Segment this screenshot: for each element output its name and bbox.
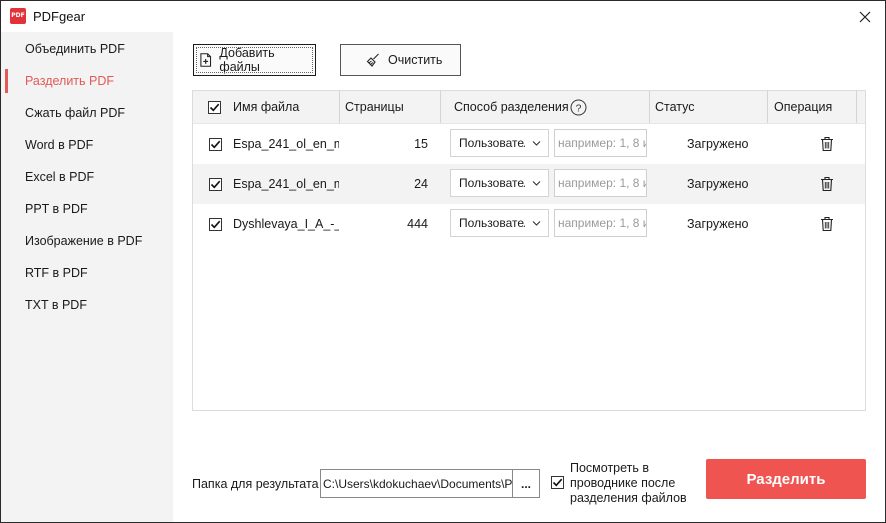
sidebar-item-merge[interactable]: Объединить PDF (1, 33, 173, 65)
page-range-input[interactable] (554, 169, 647, 197)
view-in-explorer-checkbox[interactable] (551, 476, 564, 489)
row-checkbox-cell (209, 204, 222, 244)
page-range-input[interactable] (554, 129, 647, 157)
row-filename: Espa_241_ol_en_mar (233, 177, 339, 191)
check-icon (209, 103, 220, 111)
split-method-value: Пользовательский (459, 136, 525, 150)
file-table: Имя файла Страницы Способ разделения ? С… (192, 90, 866, 411)
split-method-value: Пользовательский (459, 176, 525, 190)
check-icon (210, 140, 221, 148)
header-operation: Операция (774, 100, 833, 114)
row-checkbox-cell (209, 124, 222, 164)
chevron-down-icon (532, 221, 541, 226)
add-file-icon (200, 53, 212, 67)
delete-button[interactable] (820, 124, 834, 164)
row-status: Загружено (687, 177, 749, 191)
split-method-select[interactable]: Пользовательский (450, 129, 549, 157)
row-filename: Dyshlevaya_I_A_-_Gr (233, 217, 339, 231)
help-button[interactable]: ? (570, 91, 587, 123)
header-divider (440, 91, 441, 123)
split-button[interactable]: Разделить (706, 459, 866, 499)
output-folder-label: Папка для результата (192, 477, 319, 491)
header-divider (767, 91, 768, 123)
check-icon (210, 220, 221, 228)
header-method: Способ разделения (454, 100, 569, 114)
trash-icon (821, 216, 833, 232)
check-icon (210, 180, 221, 188)
title-bar: PDF PDFgear (1, 1, 885, 32)
sidebar-item-excel[interactable]: Excel в PDF (1, 161, 173, 193)
select-all-checkbox[interactable] (208, 100, 221, 114)
trash-icon (821, 176, 833, 192)
delete-button[interactable] (820, 164, 834, 204)
window-title: PDFgear (33, 9, 86, 24)
app-logo-icon: PDF (10, 8, 26, 24)
split-method-select[interactable]: Пользовательский (450, 169, 549, 197)
trash-icon (821, 136, 833, 152)
add-files-label: Добавить файлы (219, 46, 275, 74)
row-pages: 15 (414, 137, 428, 151)
row-pages: 24 (414, 177, 428, 191)
page-range-input[interactable] (554, 209, 647, 237)
row-checkbox[interactable] (209, 177, 222, 191)
sidebar: Объединить PDF Разделить PDF Сжать файл … (1, 32, 173, 522)
header-pages: Страницы (345, 100, 404, 114)
sidebar-item-image[interactable]: Изображение в PDF (1, 225, 173, 257)
row-checkbox[interactable] (209, 217, 222, 231)
clear-label: Очистить (388, 53, 443, 67)
close-button[interactable] (855, 7, 875, 27)
delete-button[interactable] (820, 204, 834, 244)
chevron-down-icon (532, 141, 541, 146)
table-header: Имя файла Страницы Способ разделения ? С… (193, 91, 865, 124)
chevron-down-icon (532, 181, 541, 186)
row-filename: Espa_241_ol_en_mar (233, 137, 339, 151)
sidebar-item-ppt[interactable]: PPT в PDF (1, 193, 173, 225)
output-path-input[interactable] (320, 469, 513, 498)
sidebar-item-word[interactable]: Word в PDF (1, 129, 173, 161)
app-window: PDF PDFgear Объединить PDF Разделить PDF… (0, 0, 886, 523)
browse-button[interactable]: ... (512, 469, 540, 498)
view-in-explorer-label: Посмотреть в проводнике после разделения… (570, 461, 687, 505)
header-divider (339, 91, 340, 123)
broom-icon (366, 53, 379, 67)
row-status: Загружено (687, 217, 749, 231)
add-files-button[interactable]: Добавить файлы (193, 44, 316, 76)
clear-button[interactable]: Очистить (340, 44, 461, 76)
row-checkbox-cell (209, 164, 222, 204)
row-status: Загружено (687, 137, 749, 151)
header-filename: Имя файла (233, 100, 300, 114)
split-method-value: Пользовательский (459, 216, 525, 230)
help-icon-glyph: ? (576, 102, 582, 114)
sidebar-item-txt[interactable]: TXT в PDF (1, 289, 173, 321)
table-row: Dyshlevaya_I_A_-_Gr 444 Пользовательский… (193, 204, 865, 244)
help-icon: ? (570, 99, 587, 115)
table-row: Espa_241_ol_en_mar 15 Пользовательский З… (193, 124, 865, 164)
select-all-checkbox-cell (208, 91, 221, 123)
close-icon (859, 11, 871, 23)
header-status: Статус (655, 100, 695, 114)
row-checkbox[interactable] (209, 137, 222, 151)
sidebar-item-split[interactable]: Разделить PDF (1, 65, 173, 97)
sidebar-item-rtf[interactable]: RTF в PDF (1, 257, 173, 289)
check-icon (552, 478, 563, 487)
split-method-select[interactable]: Пользовательский (450, 209, 549, 237)
header-divider (649, 91, 650, 123)
sidebar-item-compress[interactable]: Сжать файл PDF (1, 97, 173, 129)
app-logo-text: PDF (11, 12, 25, 19)
header-divider (856, 91, 857, 123)
row-pages: 444 (407, 217, 428, 231)
table-row: Espa_241_ol_en_mar 24 Пользовательский З… (193, 164, 865, 204)
